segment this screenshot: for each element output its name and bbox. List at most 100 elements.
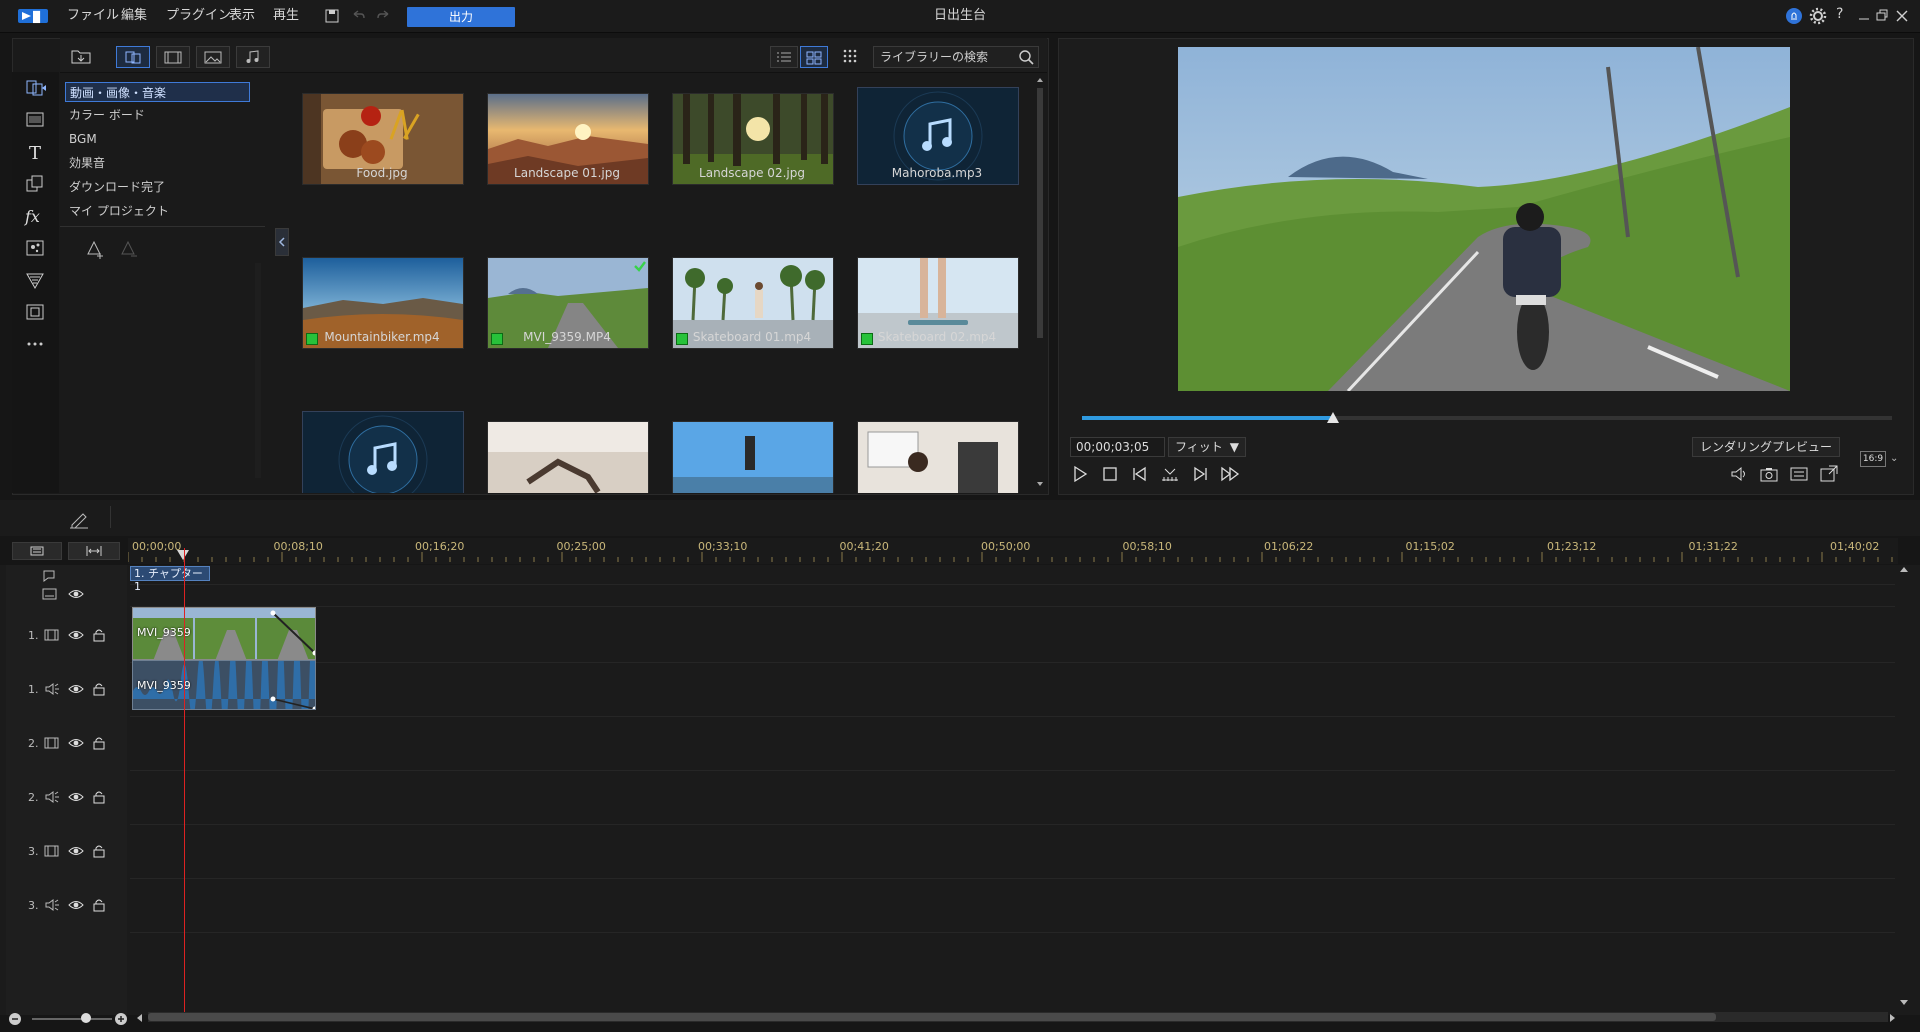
scroll-left-icon[interactable]	[134, 1012, 144, 1024]
play-icon[interactable]	[1069, 463, 1091, 485]
fit-timeline-button[interactable]	[68, 542, 120, 560]
video-track-5[interactable]	[130, 824, 1895, 879]
horizontal-scroll-thumb[interactable]	[148, 1013, 1716, 1021]
media-room-icon[interactable]	[22, 76, 48, 100]
track-visibility-eye-icon[interactable]	[68, 628, 84, 642]
effect-room-fx-icon[interactable]: fx	[22, 204, 48, 228]
track-visibility-eye-icon[interactable]	[68, 898, 84, 912]
track-manager-button[interactable]	[12, 542, 62, 560]
title-room-icon[interactable]: T	[22, 140, 48, 164]
transition-room-icon[interactable]	[22, 108, 48, 132]
track-lock-icon[interactable]	[92, 898, 106, 912]
preview-quality-icon[interactable]	[1788, 463, 1810, 485]
audio-track-6[interactable]	[130, 878, 1895, 933]
particle-room-icon[interactable]	[22, 236, 48, 260]
undo-icon[interactable]	[348, 6, 368, 26]
audio-clip[interactable]: MVI_9359	[132, 660, 316, 710]
zoom-out-icon[interactable]	[8, 1012, 22, 1026]
menu-playback[interactable]: 再生	[273, 0, 299, 32]
edit-pen-icon[interactable]	[68, 508, 90, 530]
menu-view[interactable]: 表示	[229, 0, 255, 32]
track-visibility-eye-icon[interactable]	[68, 682, 84, 696]
output-button[interactable]: 出力	[407, 7, 515, 27]
zoom-slider-handle[interactable]	[81, 1013, 91, 1023]
subtitle-visibility-eye-icon[interactable]	[68, 587, 84, 601]
aspect-ratio-button[interactable]: 16:9	[1860, 451, 1886, 467]
more-rooms-icon[interactable]	[22, 332, 48, 356]
audio-track-2[interactable]	[130, 662, 1895, 717]
menu-edit[interactable]: 編集	[121, 0, 147, 32]
menu-plugin[interactable]: プラグイン	[166, 0, 231, 32]
media-thumb-train[interactable]	[857, 421, 1019, 493]
chapter-marker[interactable]: 1. チャプター 1	[130, 566, 210, 593]
filter-image-button[interactable]	[196, 46, 230, 68]
next-frame-icon[interactable]	[1189, 463, 1211, 485]
track-lock-icon[interactable]	[92, 790, 106, 804]
pip-room-icon[interactable]	[22, 268, 48, 292]
fast-forward-icon[interactable]	[1219, 463, 1241, 485]
collapse-panel-chevron-icon[interactable]	[275, 228, 289, 256]
filter-video-button[interactable]	[156, 46, 190, 68]
search-icon[interactable]	[1018, 49, 1034, 65]
subtitle-room-icon[interactable]	[22, 300, 48, 324]
stop-icon[interactable]	[1099, 463, 1121, 485]
category-media[interactable]: 動画・画像・音楽	[65, 82, 250, 102]
aspect-chevron-icon[interactable]: ⌄	[1890, 453, 1898, 464]
add-tag-icon[interactable]	[84, 238, 106, 260]
track-visibility-eye-icon[interactable]	[68, 844, 84, 858]
category-downloads[interactable]: ダウンロード完了	[65, 177, 241, 197]
help-icon[interactable]: ?	[1836, 6, 1843, 22]
overlay-room-icon[interactable]	[22, 172, 48, 196]
track-lock-icon[interactable]	[92, 682, 106, 696]
filter-all-media-button[interactable]	[116, 46, 150, 68]
preview-seek-bar[interactable]	[1082, 416, 1892, 420]
menu-file[interactable]: ファイル	[67, 0, 119, 32]
previous-frame-icon[interactable]	[1129, 463, 1151, 485]
track-lock-icon[interactable]	[92, 844, 106, 858]
category-color-board[interactable]: カラー ボード	[65, 105, 241, 125]
timeline-vertical-scrollbar[interactable]	[1898, 566, 1910, 1006]
snapshot-camera-icon[interactable]	[1758, 463, 1780, 485]
track-lock-icon[interactable]	[92, 736, 106, 750]
more-options-grid-icon[interactable]	[842, 48, 858, 64]
zoom-fit-dropdown[interactable]: フィット ▼	[1168, 437, 1246, 457]
grid-view-button[interactable]	[800, 46, 828, 68]
category-bgm[interactable]: BGM	[65, 129, 241, 149]
restore-icon[interactable]	[1872, 6, 1892, 26]
zoom-in-icon[interactable]	[114, 1012, 128, 1026]
category-scrollbar[interactable]	[255, 263, 261, 478]
playhead-marker-icon[interactable]	[176, 548, 190, 562]
timeline-ruler[interactable]: 00;00;00 00;08;10 00;16;20 00;25;00 00;33;10…	[128, 538, 1898, 564]
track-lock-icon[interactable]	[92, 628, 106, 642]
scroll-right-icon[interactable]	[1888, 1012, 1898, 1024]
category-sound-effects[interactable]: 効果音	[65, 153, 241, 173]
media-thumb-workout[interactable]	[487, 421, 649, 493]
media-thumb-audio[interactable]	[302, 411, 464, 493]
undock-preview-icon[interactable]	[1818, 463, 1840, 485]
redo-icon[interactable]	[374, 6, 394, 26]
timecode-display[interactable]: 00;00;03;05	[1070, 437, 1165, 457]
filter-audio-button[interactable]	[236, 46, 270, 68]
notification-icon[interactable]	[1784, 6, 1804, 26]
library-search-input[interactable]: ライブラリーの検索	[873, 46, 1039, 68]
close-icon[interactable]	[1892, 6, 1912, 26]
media-grid-scrollbar[interactable]	[1036, 76, 1044, 488]
category-my-projects[interactable]: マイ プロジェクト	[65, 201, 241, 221]
track-visibility-eye-icon[interactable]	[68, 790, 84, 804]
video-clip[interactable]: MVI_9359	[132, 607, 316, 660]
zoom-slider[interactable]	[32, 1018, 112, 1020]
save-icon[interactable]	[322, 6, 342, 26]
list-view-button[interactable]	[770, 46, 798, 68]
audio-track-4[interactable]	[130, 770, 1895, 825]
remove-tag-icon[interactable]	[118, 238, 140, 260]
minimize-icon[interactable]	[1854, 6, 1874, 26]
settings-gear-icon[interactable]	[1808, 6, 1828, 26]
media-thumb-runner[interactable]	[672, 421, 834, 493]
import-media-icon[interactable]	[70, 46, 92, 66]
video-track-3[interactable]	[130, 716, 1895, 771]
video-track-1[interactable]	[130, 608, 1895, 663]
volume-icon[interactable]	[1728, 463, 1750, 485]
seek-handle-icon[interactable]	[1326, 411, 1340, 425]
render-preview-button[interactable]: レンダリングプレビュー	[1692, 437, 1840, 457]
split-icon[interactable]	[1159, 463, 1181, 485]
